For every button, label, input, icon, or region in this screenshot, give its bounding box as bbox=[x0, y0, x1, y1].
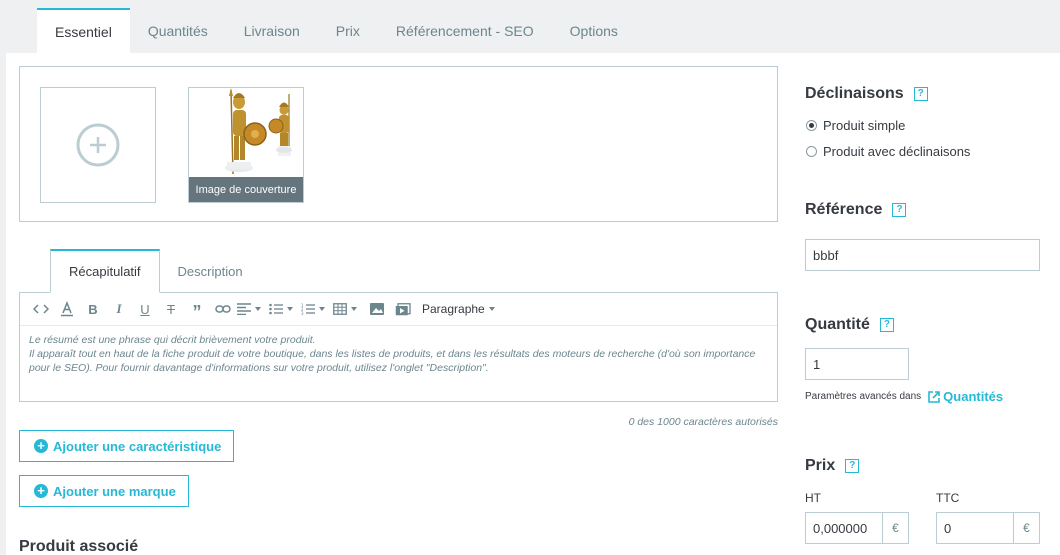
reference-title: Référence ? bbox=[805, 201, 907, 219]
advanced-settings-note: Paramètres avancés dans Quantités bbox=[805, 389, 1004, 404]
description-tabs: Récapitulatif Description bbox=[50, 249, 261, 293]
add-image-button[interactable] bbox=[40, 87, 156, 203]
character-counter: 0 des 1000 caractères autorisés bbox=[628, 416, 778, 428]
currency-addon-ttc: € bbox=[1014, 512, 1040, 544]
tab-livraison[interactable]: Livraison bbox=[226, 8, 318, 53]
align-icon[interactable] bbox=[236, 297, 262, 321]
tab-summary[interactable]: Récapitulatif bbox=[50, 249, 160, 293]
radio-checked-icon bbox=[806, 120, 817, 131]
help-icon[interactable]: ? bbox=[892, 203, 907, 217]
underline-icon[interactable]: U bbox=[132, 297, 158, 321]
add-feature-button[interactable]: + Ajouter une caractéristique bbox=[19, 430, 235, 462]
plus-circle-icon: + bbox=[34, 484, 48, 498]
radio-unchecked-icon bbox=[806, 146, 817, 157]
add-feature-label: Ajouter une caractéristique bbox=[53, 438, 222, 454]
radio-product-with-combinations[interactable]: Produit avec déclinaisons bbox=[806, 144, 970, 159]
help-icon[interactable]: ? bbox=[879, 318, 894, 332]
quantity-input[interactable]: 1 bbox=[805, 348, 909, 380]
summary-editor: B I U T ” 123 Paragraphe Le résumé est u… bbox=[19, 292, 778, 402]
media-icon[interactable] bbox=[390, 297, 416, 321]
quote-icon[interactable]: ” bbox=[184, 297, 210, 322]
summary-placeholder-line1: Le résumé est une phrase qui décrit briè… bbox=[29, 334, 316, 346]
price-title: Prix ? bbox=[805, 457, 860, 475]
bold-icon[interactable]: B bbox=[80, 297, 106, 321]
summary-placeholder-line2: Il apparaît tout en haut de la fiche pro… bbox=[29, 348, 756, 374]
italic-icon[interactable]: I bbox=[106, 297, 132, 321]
add-brand-button[interactable]: + Ajouter une marque bbox=[19, 475, 189, 507]
currency-addon-ht: € bbox=[883, 512, 909, 544]
associated-product-title: Produit associé bbox=[19, 538, 139, 555]
radio-simple-product[interactable]: Produit simple bbox=[806, 118, 905, 133]
product-figurine-image bbox=[225, 88, 292, 175]
link-icon[interactable] bbox=[210, 297, 236, 321]
quantities-link[interactable]: Quantités bbox=[927, 389, 1003, 404]
bullet-list-icon[interactable] bbox=[268, 297, 294, 321]
cover-image-label: Image de couverture bbox=[189, 177, 303, 202]
price-ht-label: HT bbox=[805, 491, 821, 505]
help-icon[interactable]: ? bbox=[913, 87, 928, 101]
source-code-icon[interactable] bbox=[28, 297, 54, 321]
reference-input[interactable]: bbbf bbox=[805, 239, 1040, 271]
quantity-title: Quantité ? bbox=[805, 316, 894, 334]
tab-quantites[interactable]: Quantités bbox=[130, 8, 226, 53]
svg-text:3: 3 bbox=[301, 311, 304, 315]
tab-essentiel[interactable]: Essentiel bbox=[37, 8, 130, 53]
tab-prix[interactable]: Prix bbox=[318, 8, 378, 53]
summary-text-area[interactable]: Le résumé est une phrase qui décrit briè… bbox=[20, 326, 777, 382]
add-brand-label: Ajouter une marque bbox=[53, 483, 176, 499]
external-link-icon bbox=[928, 390, 940, 403]
add-circle-icon bbox=[76, 123, 120, 167]
plus-circle-icon: + bbox=[34, 439, 48, 453]
price-ht-input[interactable]: 0,000000 bbox=[805, 512, 883, 544]
editor-toolbar: B I U T ” 123 Paragraphe bbox=[20, 293, 777, 326]
cover-image[interactable]: Image de couverture bbox=[188, 87, 304, 203]
product-tabs: Essentiel Quantités Livraison Prix Référ… bbox=[37, 8, 636, 53]
table-icon[interactable] bbox=[332, 297, 358, 321]
combinations-title: Déclinaisons ? bbox=[805, 85, 928, 103]
image-icon[interactable] bbox=[364, 297, 390, 321]
numbered-list-icon[interactable]: 123 bbox=[300, 297, 326, 321]
strikethrough-icon[interactable]: T bbox=[158, 297, 184, 321]
tab-seo[interactable]: Référencement - SEO bbox=[378, 8, 552, 53]
image-dropzone: Image de couverture bbox=[19, 66, 778, 222]
help-icon[interactable]: ? bbox=[845, 459, 860, 473]
text-color-icon[interactable] bbox=[54, 297, 80, 321]
paragraph-format-dropdown[interactable]: Paragraphe bbox=[416, 297, 501, 321]
tab-options[interactable]: Options bbox=[552, 8, 636, 53]
tab-description[interactable]: Description bbox=[160, 249, 261, 293]
price-ttc-input[interactable]: 0 bbox=[936, 512, 1014, 544]
price-ttc-label: TTC bbox=[936, 491, 960, 505]
